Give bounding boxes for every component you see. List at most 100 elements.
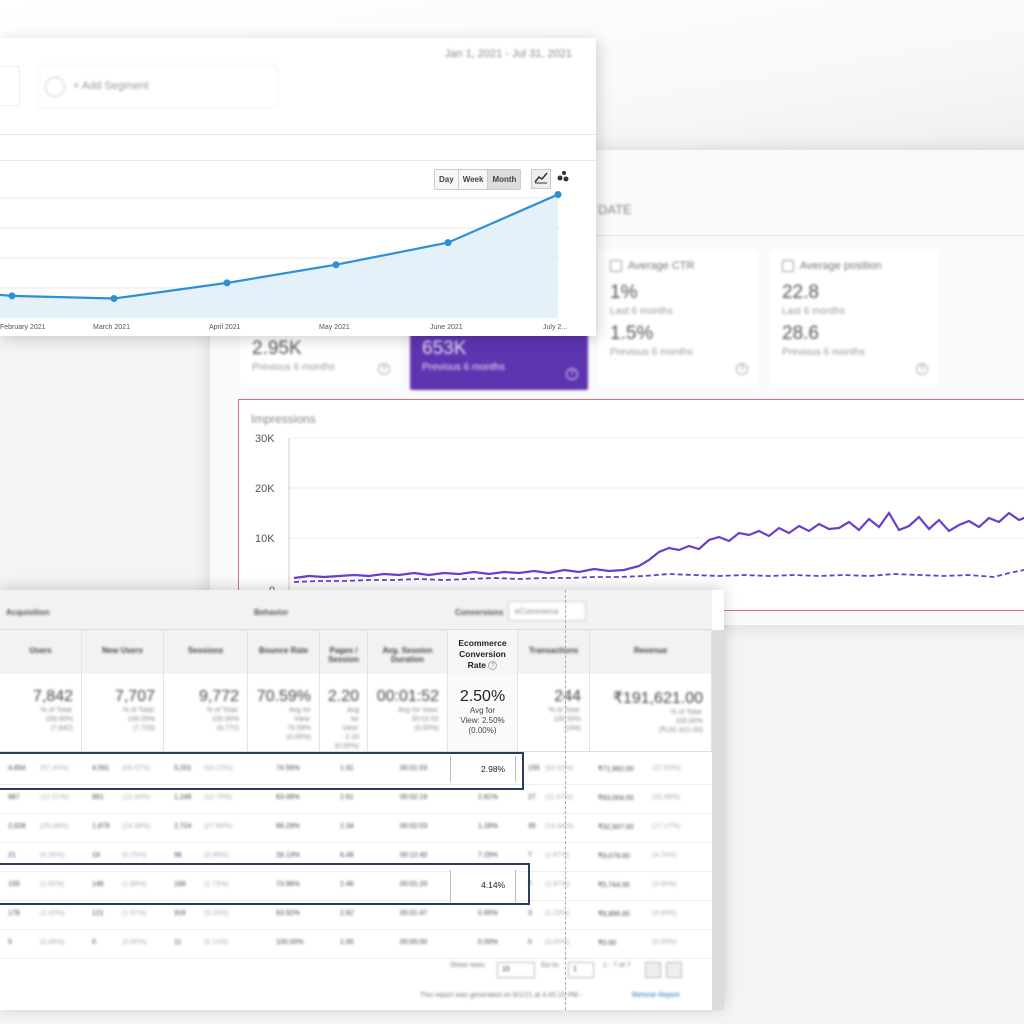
metric-card-position[interactable]: Average position 22.8 Last 6 months 28.6… (770, 250, 938, 385)
x-tick-label: February 2021 (0, 324, 46, 331)
cell-revenue-pct: (4.64%) (652, 910, 677, 917)
checkbox-icon[interactable] (610, 260, 622, 272)
cell-duration: 00:02:19 (400, 794, 428, 801)
cell-trans: 0 (528, 939, 532, 946)
metric-sub: Previous 6 months (422, 362, 505, 373)
x-tick-label: July 2... (543, 324, 568, 331)
cell-duration: 00:12:40 (400, 852, 428, 859)
report-generated-note: This report was generated on 8/1/21 at 4… (420, 992, 583, 999)
cell-users: 5 (8, 939, 12, 946)
checkbox-icon[interactable] (782, 260, 794, 272)
help-icon[interactable]: ? (378, 363, 390, 375)
y-tick: 10K (255, 533, 275, 545)
col-transactions[interactable]: Transactions (518, 630, 590, 674)
table-row[interactable]: 5 (0.06%) 0 (0.00%) 11 (0.11%) 100.00% 1.00 00:0… (0, 930, 712, 959)
cell-users-pct: (2.20%) (40, 910, 65, 917)
cell-bounce: 63.08% (276, 794, 300, 801)
table-row[interactable]: 2,028 (25.08%) 1,879 (24.38%) 2,724 (27.88%) 6… (0, 814, 712, 843)
col-ecommerce-conversion-rate[interactable]: Ecommerce Conversion Rate ? (448, 630, 518, 674)
show-rows-label: Show rows: (450, 962, 487, 969)
impressions-chart: Impressions 30K 20K 10K 0 (238, 399, 1024, 611)
cell-revenue: ₹9,079.00 (598, 853, 630, 860)
cell-trans: 7 (528, 852, 532, 859)
data-point[interactable] (223, 279, 231, 287)
metric-sub: Last 6 months (610, 306, 673, 317)
col-sessions[interactable]: Sessions (164, 630, 248, 674)
next-page-button[interactable] (666, 962, 682, 978)
chart-area-fill (0, 194, 558, 318)
cell-revenue-pct: (4.74%) (652, 852, 677, 859)
impressions-svg: 30K 20K 10K 0 (255, 433, 1024, 597)
data-point[interactable] (332, 261, 340, 269)
cell-sessions-pct: (0.11%) (204, 939, 228, 946)
cell-conv: 0.95% (478, 910, 498, 917)
help-icon[interactable]: ? (566, 368, 578, 380)
sessions-chart (0, 191, 562, 318)
dashed-divider (565, 590, 566, 1010)
cell-new: 951 (92, 794, 104, 801)
col-bounce-rate[interactable]: Bounce Rate (248, 630, 320, 674)
help-icon[interactable]: ? (488, 661, 498, 671)
cell-new: 19 (92, 852, 100, 859)
x-tick-label: March 2021 (93, 324, 130, 331)
highlight-box (0, 752, 524, 790)
cell-revenue: ₹63,004.00 (598, 795, 634, 802)
data-point[interactable] (444, 239, 452, 247)
cell-revenue: ₹5,744.00 (598, 882, 630, 889)
cell-pages: 1.00 (340, 939, 354, 946)
cell-conv: 2.81% (478, 794, 498, 801)
metric-value-prev: 28.6 (782, 323, 819, 344)
ga-overview-panel: Jan 1, 2021 - Jul 31, 2021 + Add Segment… (0, 38, 596, 336)
data-point[interactable] (8, 292, 16, 300)
impressions-current-line (293, 510, 1024, 580)
total-bounce-rate: 70.59% Avg for View: 70.59% (0.00%) (248, 674, 320, 752)
goto-label: Go to: (541, 962, 561, 969)
refresh-report-link[interactable]: Refresh Report (632, 992, 679, 999)
cell-revenue-pct: (0.00%) (652, 939, 677, 946)
group-conversions: Conversions (455, 608, 504, 617)
group-acquisition: Acquisition (6, 608, 50, 617)
col-avg-session-duration[interactable]: Avg. Session Duration (368, 630, 448, 674)
cell-users: 2,028 (8, 823, 26, 830)
cell-new: 121 (92, 910, 104, 917)
col-revenue[interactable]: Revenue (590, 630, 712, 674)
cell-new: 1,879 (92, 823, 110, 830)
total-users: 7,842 % of Total: 100.00% (7,842) (0, 674, 82, 752)
metric-value-prev: 1.5% (610, 323, 654, 344)
x-tick-label: April 2021 (209, 324, 241, 331)
col-new-users[interactable]: New Users (82, 630, 164, 674)
cell-sessions: 316 (174, 910, 186, 917)
data-point[interactable] (110, 295, 118, 302)
data-point[interactable] (554, 191, 562, 198)
y-tick: 30K (255, 433, 275, 445)
total-revenue: ₹191,621.00 % of Total: 100.00% (₹191,621.… (590, 674, 712, 752)
cell-trans: 27 (528, 794, 536, 801)
cell-users-pct: (25.08%) (40, 823, 69, 830)
col-users[interactable]: Users (0, 630, 82, 674)
highlight-box (0, 863, 530, 905)
metric-sub: Last 6 months (782, 306, 845, 317)
prev-page-button[interactable] (645, 962, 661, 978)
cell-revenue: ₹0.00 (598, 940, 617, 947)
cell-duration: 00:02:03 (400, 823, 428, 830)
help-icon[interactable]: ? (916, 363, 928, 375)
goto-input[interactable]: 1 (568, 962, 594, 978)
table-row[interactable]: 178 (2.20%) 121 (1.57%) 316 (3.23%) 63.92% 2.62… (0, 901, 712, 930)
scrollbar[interactable] (712, 630, 724, 1010)
cell-sessions: 96 (174, 852, 182, 859)
cell-sessions: 11 (174, 939, 182, 946)
cell-revenue-pct: (3.00%) (652, 881, 677, 888)
date-tab[interactable]: DATE (598, 202, 632, 217)
cell-duration: 00:01:47 (400, 910, 428, 917)
conversion-dropdown[interactable]: eCommerce (508, 601, 586, 621)
cell-new-pct: (24.38%) (122, 823, 151, 830)
metric-card-ctr[interactable]: Average CTR 1% Last 6 months 1.5% Previo… (598, 250, 758, 385)
table-group-header (0, 590, 712, 630)
cell-trans-pct: (63.52%) (545, 765, 574, 772)
col-pages-session[interactable]: Pages / Session (320, 630, 368, 674)
cell-conv: 1.28% (478, 823, 498, 830)
cell-sessions-pct: (27.88%) (204, 823, 233, 830)
show-rows-select[interactable]: 10 (497, 962, 535, 978)
help-icon[interactable]: ? (736, 363, 748, 375)
cell-trans: 35 (528, 823, 536, 830)
